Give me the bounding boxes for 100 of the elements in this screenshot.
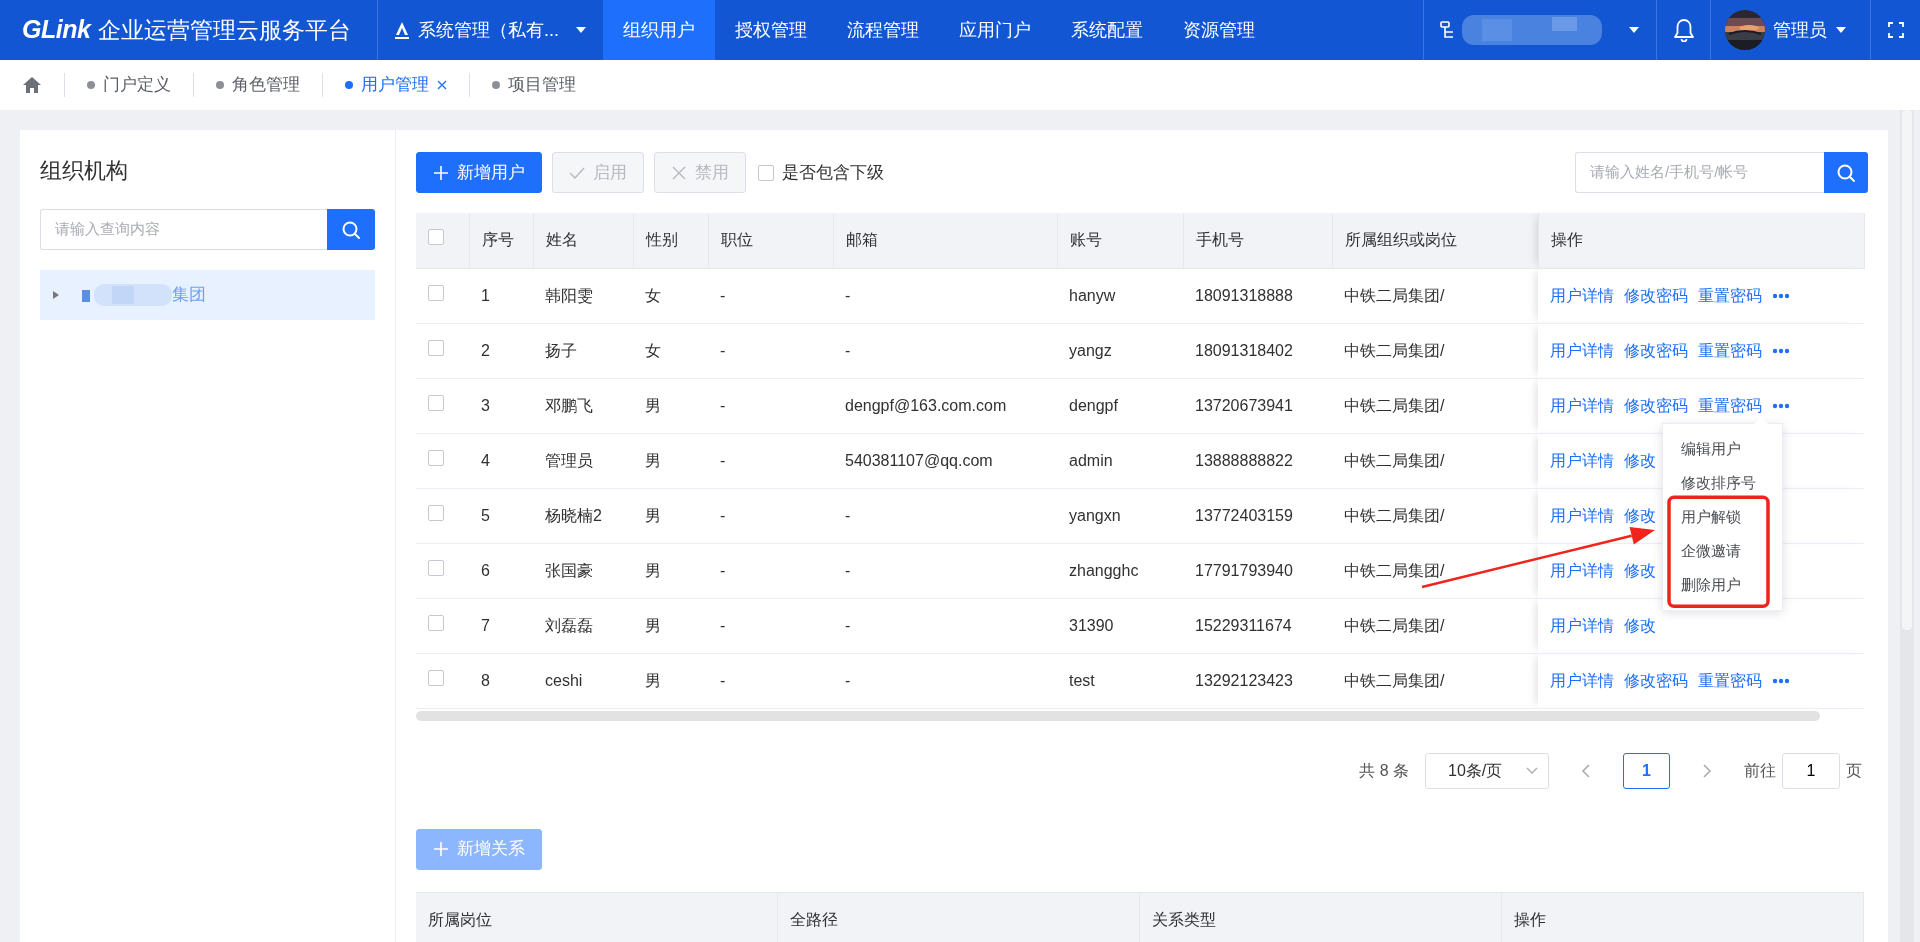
action-link[interactable]: 用户详情 xyxy=(1550,616,1614,634)
table-cell: - xyxy=(845,506,851,524)
checkbox[interactable] xyxy=(428,614,444,631)
action-link[interactable]: 修改密码 xyxy=(1624,396,1688,414)
action-link[interactable]: 用户详情 xyxy=(1550,451,1614,469)
page-tab[interactable]: 用户管理 xyxy=(322,73,469,97)
nav-item[interactable]: 组织用户 xyxy=(603,0,715,60)
checkbox[interactable] xyxy=(428,229,444,246)
menu-item[interactable]: 修改排序号 xyxy=(1663,466,1782,501)
more-icon[interactable] xyxy=(1772,348,1790,355)
table-cell: 15229311674 xyxy=(1195,616,1292,634)
fullscreen-icon[interactable] xyxy=(1887,22,1904,38)
table-cell: 13888888822 xyxy=(1195,451,1293,469)
more-icon[interactable] xyxy=(1772,293,1790,300)
action-link[interactable]: 重置密码 xyxy=(1698,396,1762,414)
table-cell: - xyxy=(720,451,726,469)
home-icon[interactable] xyxy=(22,76,42,94)
action-link[interactable]: 修改密码 xyxy=(1624,341,1688,359)
action-link[interactable]: 重置密码 xyxy=(1698,341,1762,359)
nav-item[interactable]: 系统配置 xyxy=(1051,0,1163,60)
checkbox[interactable] xyxy=(428,504,444,521)
page-tab[interactable]: 项目管理 xyxy=(469,73,598,97)
search-button[interactable] xyxy=(327,209,375,250)
next-icon[interactable] xyxy=(1702,763,1712,778)
close-icon[interactable] xyxy=(437,80,447,90)
action-link[interactable]: 用户详情 xyxy=(1550,396,1614,414)
checkbox[interactable] xyxy=(428,449,444,466)
page-tab[interactable]: 角色管理 xyxy=(193,73,322,97)
caret-icon xyxy=(1628,25,1640,35)
total-count: 共 8 条 xyxy=(1359,760,1409,781)
action-link[interactable]: 修改 xyxy=(1624,561,1656,579)
brand-logo: GLink xyxy=(22,14,91,46)
action-link[interactable]: 用户详情 xyxy=(1550,341,1614,359)
checkbox[interactable] xyxy=(428,559,444,576)
table-cell: 540381107@qq.com xyxy=(845,451,993,469)
page-size-select[interactable]: 10条/页 xyxy=(1425,752,1549,789)
column-header: 职位 xyxy=(720,231,753,249)
table-cell: 张国豪 xyxy=(545,561,593,579)
column-header: 姓名 xyxy=(545,231,578,249)
table-cell: 男 xyxy=(645,671,661,689)
tree-item[interactable]: 集团 xyxy=(40,270,375,320)
table-cell: ceshi xyxy=(545,671,583,689)
search-field[interactable]: 请输入姓名/手机号/帐号 xyxy=(1575,152,1824,193)
nav-item[interactable]: 资源管理 xyxy=(1163,0,1275,60)
table-cell: 2 xyxy=(481,341,490,359)
table-cell: - xyxy=(720,286,726,304)
action-link[interactable]: 用户详情 xyxy=(1550,671,1614,689)
page-number[interactable]: 1 xyxy=(1623,752,1670,789)
menu-item[interactable]: 删除用户 xyxy=(1663,568,1782,603)
table-cell: 中铁二局集团/ xyxy=(1344,506,1445,524)
checkbox[interactable] xyxy=(428,339,444,356)
table-cell: yangz xyxy=(1069,341,1112,359)
action-link[interactable]: 用户详情 xyxy=(1550,286,1614,304)
prev-icon[interactable] xyxy=(1581,763,1591,778)
checkbox[interactable] xyxy=(758,164,774,181)
table-cell: 18091318402 xyxy=(1195,341,1293,359)
plus-icon xyxy=(433,164,449,181)
action-link[interactable]: 修改 xyxy=(1624,451,1656,469)
action-link[interactable]: 重置密码 xyxy=(1698,671,1762,689)
action-link[interactable]: 修改 xyxy=(1624,506,1656,524)
goto-page-field[interactable]: 1 xyxy=(1782,752,1840,789)
bell-icon[interactable] xyxy=(1672,18,1695,42)
page-tab[interactable]: 门户定义 xyxy=(64,73,193,97)
tab-dot xyxy=(492,81,500,89)
nav-item[interactable]: 应用门户 xyxy=(939,0,1051,60)
search-icon xyxy=(341,219,361,240)
checkbox[interactable] xyxy=(428,669,444,686)
menu-item[interactable]: 企微邀请 xyxy=(1663,534,1782,569)
table-cell: 中铁二局集团/ xyxy=(1344,396,1445,414)
search-button[interactable] xyxy=(1824,152,1868,193)
menu-item[interactable]: 编辑用户 xyxy=(1663,432,1782,467)
app-title: 企业运营管理云服务平台 xyxy=(98,15,352,45)
checkbox[interactable] xyxy=(428,284,444,301)
action-link[interactable]: 用户详情 xyxy=(1550,506,1614,524)
checkbox[interactable] xyxy=(428,394,444,411)
goto-label: 前往 xyxy=(1744,760,1776,781)
column-header: 性别 xyxy=(645,231,678,249)
table-cell: - xyxy=(845,286,851,304)
horizontal-scrollbar[interactable] xyxy=(416,710,1820,721)
action-link[interactable]: 用户详情 xyxy=(1550,561,1614,579)
more-icon[interactable] xyxy=(1772,403,1790,410)
caret-icon xyxy=(575,25,587,35)
table-cell: 管理员 xyxy=(545,451,593,469)
menu-item[interactable]: 用户解锁 xyxy=(1663,500,1782,535)
table-cell: - xyxy=(720,396,726,414)
table-cell: 刘磊磊 xyxy=(545,616,593,634)
more-icon[interactable] xyxy=(1772,678,1790,685)
action-link[interactable]: 修改 xyxy=(1624,616,1656,634)
nav-item[interactable]: 流程管理 xyxy=(827,0,939,60)
search-field[interactable]: 请输入查询内容 xyxy=(40,209,327,250)
action-link[interactable]: 修改密码 xyxy=(1624,286,1688,304)
action-link[interactable]: 修改密码 xyxy=(1624,671,1688,689)
table-cell: - xyxy=(720,506,726,524)
action-link[interactable]: 重置密码 xyxy=(1698,286,1762,304)
column-header: 所属岗位 xyxy=(428,910,492,928)
table-cell: test xyxy=(1069,671,1095,689)
page-scrollbar[interactable] xyxy=(1900,110,1914,942)
add-button[interactable]: 新增用户 xyxy=(416,152,542,193)
nav-item[interactable]: 授权管理 xyxy=(715,0,827,60)
table-cell: 17791793940 xyxy=(1195,561,1293,579)
